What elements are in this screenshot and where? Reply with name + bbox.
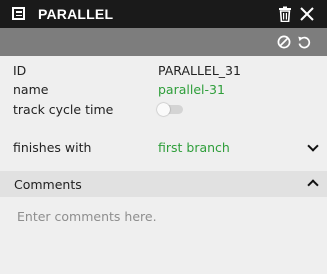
finishes-with-label: finishes with xyxy=(13,140,92,155)
toggle-knob xyxy=(157,103,170,116)
track-cycle-time-label: track cycle time xyxy=(13,102,114,117)
comments-title: Comments xyxy=(14,177,82,192)
disable-button[interactable] xyxy=(274,32,294,52)
comments-input[interactable] xyxy=(0,197,327,274)
panel-title-bar: PARALLEL xyxy=(0,0,327,28)
chevron-up-icon[interactable] xyxy=(307,179,319,191)
circle-slash-icon xyxy=(277,35,291,49)
panel-title: PARALLEL xyxy=(38,6,114,22)
panel-toolbar xyxy=(0,28,327,56)
track-cycle-time-toggle[interactable] xyxy=(157,103,183,116)
property-row-id: ID PARALLEL_31 xyxy=(0,60,327,80)
name-label: name xyxy=(13,82,49,97)
id-value: PARALLEL_31 xyxy=(158,63,241,78)
property-row-track-cycle-time: track cycle time xyxy=(0,99,327,119)
trash-icon xyxy=(279,6,291,22)
close-button[interactable] xyxy=(297,4,317,24)
chevron-down-icon[interactable] xyxy=(307,140,319,152)
delete-button[interactable] xyxy=(275,4,295,24)
undo-icon xyxy=(298,36,311,49)
element-list-icon xyxy=(12,7,25,20)
close-icon xyxy=(300,7,314,21)
reset-button[interactable] xyxy=(294,32,314,52)
finishes-with-select[interactable]: first branch xyxy=(158,140,230,155)
property-row-name: name parallel-31 xyxy=(0,79,327,99)
property-row-finishes-with[interactable]: finishes with first branch xyxy=(0,137,327,157)
id-label: ID xyxy=(13,63,27,78)
name-value[interactable]: parallel-31 xyxy=(158,82,225,97)
comments-section-header[interactable]: Comments xyxy=(0,171,327,197)
